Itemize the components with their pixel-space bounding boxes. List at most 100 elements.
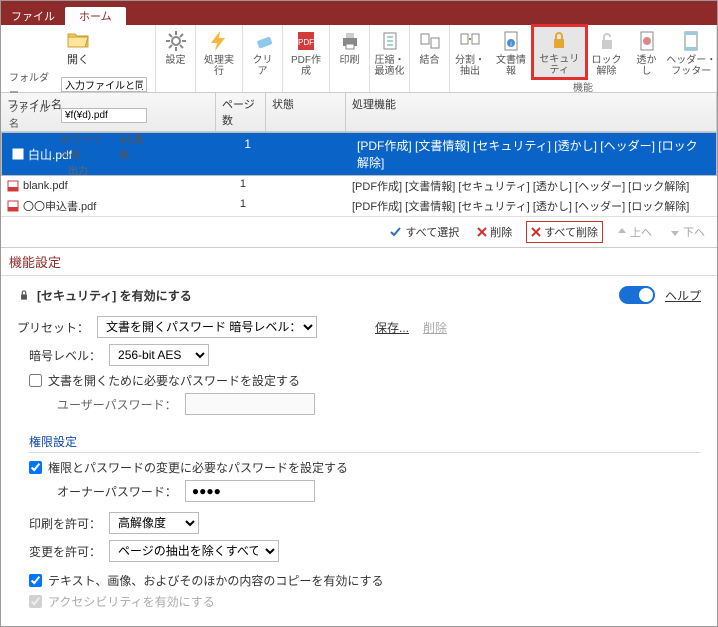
compress-label: 圧縮・ 最適化 (375, 55, 405, 77)
enable-security-label: [セキュリティ] を有効にする (37, 287, 192, 304)
pdf-icon: PDF (294, 29, 318, 53)
headerfooter-label: ヘッダー・ フッター (666, 55, 716, 77)
ribbon-tabs: ファイル ホーム (1, 7, 717, 25)
split-icon (458, 29, 482, 53)
headerfooter-icon (679, 29, 703, 53)
open-button[interactable]: 開く (59, 27, 97, 67)
open-label: 開く (67, 51, 89, 67)
watermark-button[interactable]: 透かし (627, 25, 667, 79)
open-password-checkbox[interactable] (29, 374, 42, 387)
split-button[interactable]: 分割・ 抽出 (450, 25, 490, 79)
pdf-file-icon (7, 180, 19, 192)
run-button[interactable]: 処理実行 (196, 25, 243, 92)
preset-label: プリセット： (17, 319, 89, 336)
user-password-label: ユーザーパスワード： (57, 396, 177, 413)
clear-button[interactable]: クリア (243, 25, 283, 92)
bolt-icon (207, 29, 231, 53)
docinfo-label: 文書情報 (496, 55, 526, 77)
copy-checkbox[interactable] (29, 574, 42, 587)
print-allow-select[interactable]: 高解像度 (109, 512, 199, 534)
lock-icon (547, 28, 571, 52)
delete-button[interactable]: 削除 (473, 222, 516, 242)
folder-open-icon (66, 31, 90, 49)
copy-label: テキスト、画像、およびそのほかの内容のコピーを有効にする (48, 572, 384, 589)
gear-icon (164, 29, 188, 53)
headerfooter-button[interactable]: ヘッダー・ フッター (667, 25, 716, 79)
printer-icon (338, 29, 362, 53)
change-allow-label: 変更を許可： (29, 543, 101, 560)
perm-password-label: 権限とパスワードの変更に必要なパスワードを設定する (48, 459, 348, 476)
table-row[interactable]: blank.pdf1[PDF作成] [文書情報] [セキュリティ] [透かし] … (1, 176, 717, 196)
filename-label: ファイル名 (9, 100, 57, 130)
pdf-file-icon (7, 200, 19, 212)
filename-hint2: ¥d:連番 (119, 131, 147, 161)
enc-select[interactable]: 256-bit AES (109, 344, 209, 366)
perm-password-checkbox[interactable] (29, 461, 42, 474)
enable-security-row: [セキュリティ] を有効にする (17, 287, 192, 304)
tab-home[interactable]: ホーム (65, 7, 126, 25)
help-link[interactable]: ヘルプ (665, 287, 701, 304)
preset-delete-link[interactable]: 削除 (423, 319, 447, 336)
output-label: 出力 (9, 162, 147, 177)
change-allow-select[interactable]: ページの抽出を除くすべての動作 (109, 540, 279, 562)
section-title: 機能設定 (1, 248, 717, 276)
preset-save-link[interactable]: 保存... (375, 319, 409, 336)
folder-label: フォルダー (9, 69, 57, 99)
user-password-input (185, 393, 315, 415)
folder-input[interactable] (61, 77, 147, 92)
open-fields: フォルダー ファイル名 ¥f:ファイル名 ¥d:連番 出力 (5, 67, 151, 179)
settings-label: 設定 (166, 55, 186, 66)
file-list-tools: すべて選択 削除 すべて削除 上へ 下へ (1, 216, 717, 247)
tab-file[interactable]: ファイル (1, 7, 65, 25)
owner-password-input[interactable] (185, 480, 315, 502)
compress-icon (378, 29, 402, 53)
accessibility-checkbox (29, 595, 42, 608)
security-label: セキュリティ (537, 54, 582, 76)
table-row[interactable]: 〇〇申込書.pdf1[PDF作成] [文書情報] [セキュリティ] [透かし] … (1, 196, 717, 216)
print-button[interactable]: 印刷 (330, 25, 370, 92)
delete-all-button[interactable]: すべて削除 (526, 221, 603, 243)
clear-label: クリア (249, 55, 276, 77)
watermark-icon (635, 29, 659, 53)
settings-button[interactable]: 設定 (156, 25, 196, 92)
print-allow-label: 印刷を許可： (29, 515, 101, 532)
accessibility-label: アクセシビリティを有効にする (48, 593, 215, 610)
eraser-icon (251, 29, 275, 53)
owner-password-label: オーナーパスワード： (57, 483, 177, 500)
unlock-button[interactable]: ロック 解除 (587, 25, 627, 79)
pdfcreate-button[interactable]: PDF PDF作成 (283, 25, 330, 92)
split-label: 分割・ 抽出 (455, 55, 485, 77)
ribbon: 開く フォルダー ファイル名 ¥f:ファイル名 ¥d:連番 出力 (1, 25, 717, 93)
lock-icon (17, 288, 31, 302)
open-group: 開く フォルダー ファイル名 ¥f:ファイル名 ¥d:連番 出力 (1, 25, 156, 92)
enc-label: 暗号レベル： (29, 347, 101, 364)
security-button[interactable]: セキュリティ (532, 25, 587, 79)
settings-panel: [セキュリティ] を有効にする ヘルプ プリセット： 文書を開くパスワード 暗号… (1, 276, 717, 626)
merge-label: 結合 (420, 55, 440, 66)
col-page[interactable]: ページ数 (216, 93, 266, 131)
open-password-label: 文書を開くために必要なパスワードを設定する (48, 372, 300, 389)
compress-button[interactable]: 圧縮・ 最適化 (370, 25, 410, 92)
enable-security-toggle[interactable] (619, 286, 655, 304)
move-down-button[interactable]: 下へ (666, 222, 709, 242)
unlock-icon (595, 29, 619, 53)
col-proc[interactable]: 処理機能 (346, 93, 717, 131)
func-group: 分割・ 抽出 i 文書情報 セキュリティ ロック 解除 透かし (450, 25, 717, 92)
pdfcreate-label: PDF作成 (289, 55, 323, 77)
filename-input[interactable] (61, 108, 147, 123)
docinfo-button[interactable]: i 文書情報 (490, 25, 532, 79)
merge-icon (418, 29, 442, 53)
preset-select[interactable]: 文書を開くパスワード 暗号レベル：高* (97, 316, 317, 338)
merge-button[interactable]: 結合 (410, 25, 450, 92)
print-label: 印刷 (340, 55, 360, 66)
filename-hint1: ¥f:ファイル名 (61, 131, 111, 161)
perm-title: 権限設定 (29, 433, 701, 453)
select-all-button[interactable]: すべて選択 (386, 222, 463, 242)
move-up-button[interactable]: 上へ (613, 222, 656, 242)
svg-text:i: i (510, 42, 511, 48)
watermark-label: 透かし (633, 55, 661, 77)
info-icon: i (499, 29, 523, 53)
col-status[interactable]: 状態 (266, 93, 346, 131)
app-window: ファイル ホーム 開く フォルダー ファイル名 ¥f:ファ (0, 0, 718, 627)
svg-text:PDF: PDF (298, 38, 314, 47)
